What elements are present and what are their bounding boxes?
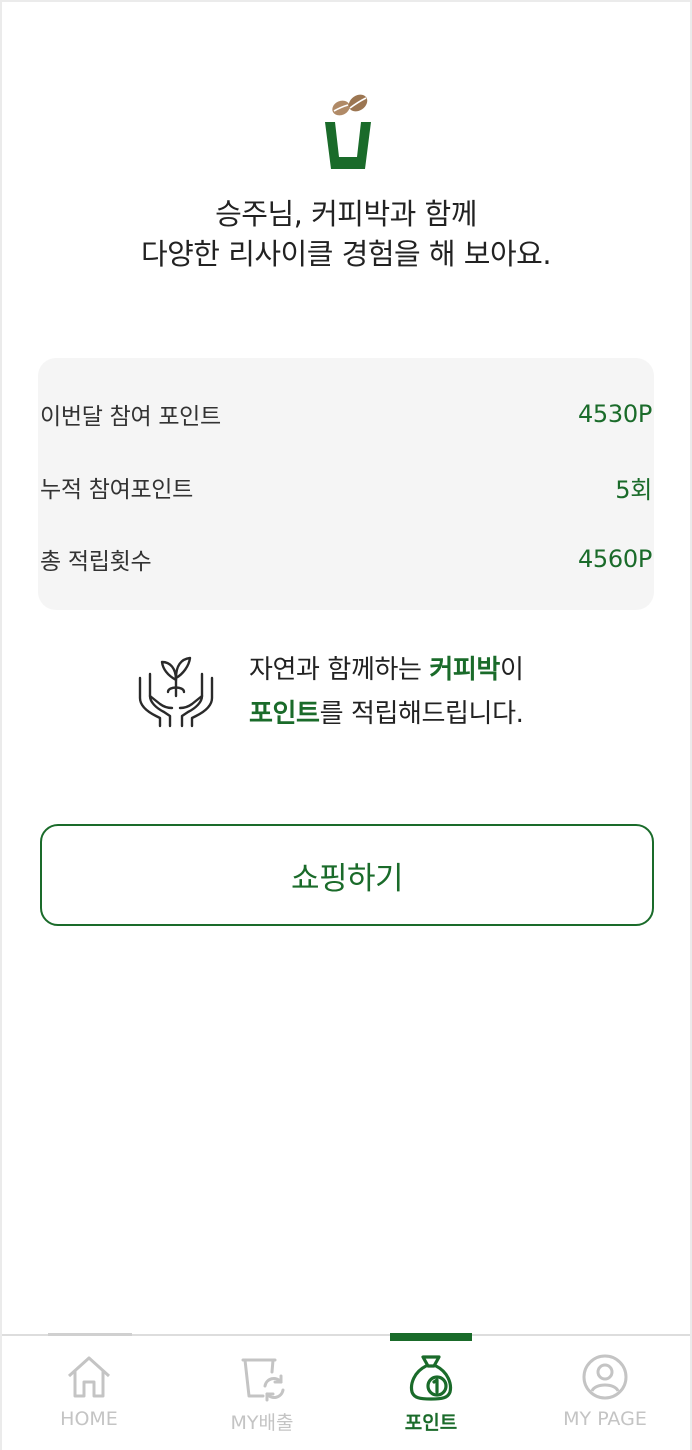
tab-my-disposal[interactable]: MY배출 — [202, 1352, 322, 1448]
promo-text: 자연과 함께하는 커피박이 포인트를 적립해드립니다. — [249, 648, 524, 736]
tab-my-page[interactable]: MY PAGE — [545, 1352, 665, 1448]
points-row-total: 총 적립횟수 4560P — [40, 539, 652, 579]
promo-text-part: 를 적립해드립니다. — [319, 699, 524, 729]
bottom-tab-bar: HOME MY배출 포인트 MY PAGE — [2, 1333, 690, 1450]
points-row-label: 이번달 참여 포인트 — [40, 404, 221, 430]
coffee-bean-cup-logo — [325, 94, 371, 169]
greeting-line-1: 승주님, 커피박과 함께 — [215, 197, 477, 231]
home-icon — [67, 1356, 111, 1398]
shopping-button[interactable]: 쇼핑하기 — [40, 824, 654, 926]
money-bag-icon — [409, 1355, 453, 1401]
points-row-accumulated: 누적 참여포인트 5회 — [40, 467, 652, 507]
tab-point[interactable]: 포인트 — [371, 1352, 491, 1448]
user-circle-icon — [582, 1354, 628, 1400]
points-row-label: 총 적립횟수 — [40, 549, 152, 575]
greeting-line-2: 다양한 리사이클 경험을 해 보아요. — [140, 237, 552, 271]
promo-line-1: 자연과 함께하는 커피박이 — [249, 648, 524, 692]
hands-sprout-icon — [138, 656, 214, 728]
active-tab-indicator — [390, 1333, 472, 1341]
tab-label: MY배출 — [230, 1412, 294, 1434]
tab-label: 포인트 — [404, 1412, 458, 1434]
points-row-value: 5회 — [615, 475, 652, 504]
points-row-monthly: 이번달 참여 포인트 4530P — [40, 394, 652, 434]
app-screen: 승주님, 커피박과 함께 다양한 리사이클 경험을 해 보아요. 이번달 참여 … — [2, 2, 690, 1450]
tab-label: MY PAGE — [563, 1408, 647, 1430]
promo-highlight-coffeepak: 커피박 — [429, 655, 500, 685]
recycle-cup-icon — [241, 1358, 285, 1402]
tab-divider-accent — [48, 1333, 132, 1336]
promo-text-part: 이 — [499, 655, 524, 685]
points-row-value: 4530P — [577, 400, 652, 428]
points-row-value: 4560P — [577, 545, 652, 573]
points-row-label: 누적 참여포인트 — [40, 477, 194, 503]
greeting-headline: 승주님, 커피박과 함께 다양한 리사이클 경험을 해 보아요. — [2, 194, 690, 274]
tab-label: HOME — [60, 1408, 118, 1430]
promo-highlight-point: 포인트 — [249, 699, 320, 729]
tab-home[interactable]: HOME — [29, 1352, 149, 1448]
promo-text-part: 자연과 함께하는 — [249, 655, 430, 685]
promo-line-2: 포인트를 적립해드립니다. — [249, 692, 524, 736]
